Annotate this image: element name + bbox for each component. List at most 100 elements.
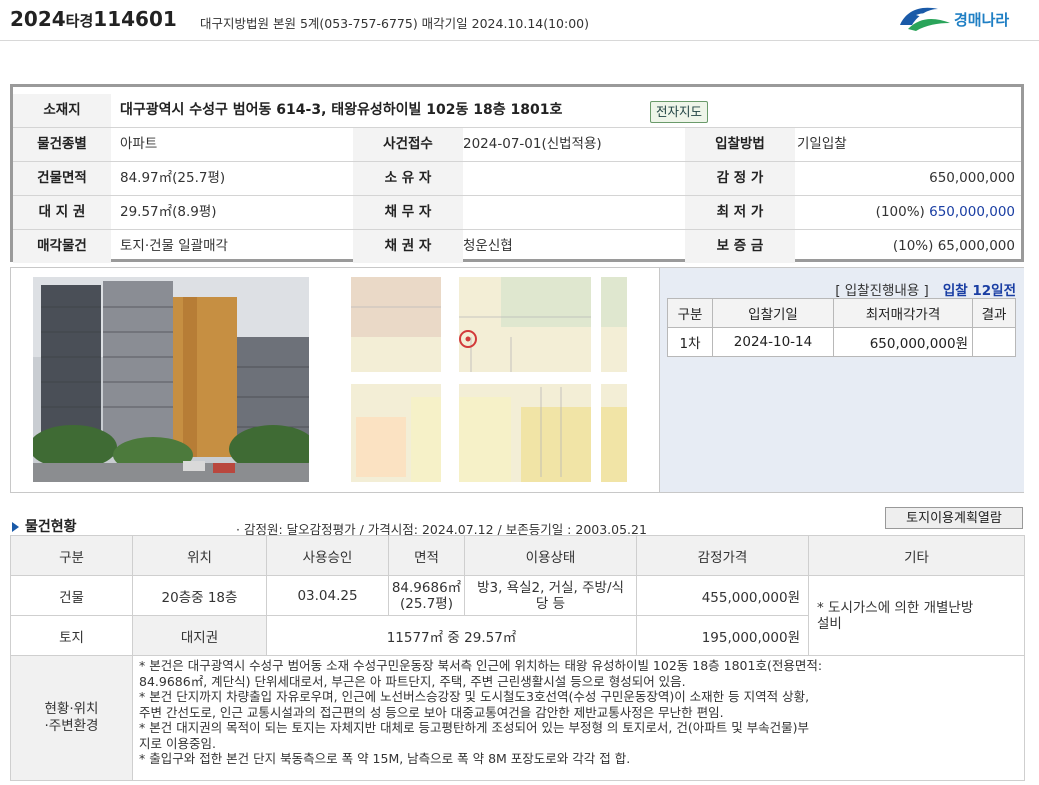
- building-label: 건물: [10, 575, 133, 616]
- env-line: * 출입구와 접한 본건 단지 북동측으로 폭 약 15M, 남측으로 폭 약 …: [139, 751, 631, 766]
- building-area: 84.9686㎡ (25.7평): [388, 575, 465, 616]
- location-map-image[interactable]: [351, 277, 627, 482]
- land-area: 11577㎡ 중 29.57㎡: [266, 615, 637, 656]
- summary-row-location: 소재지 대구광역시 수성구 범어동 614-3, 태왕유성하이빌 102동 18…: [13, 94, 1021, 128]
- appraisal-label: 감 정 가: [685, 162, 795, 195]
- land-price: 195,000,000원: [636, 615, 809, 656]
- bid-result: [972, 327, 1016, 357]
- summary-box: 소재지 대구광역시 수성구 범어동 614-3, 태왕유성하이빌 102동 18…: [10, 84, 1024, 263]
- env-line: * 본건은 대구광역시 수성구 범어동 소재 수성구민운동장 북서측 인근에 위…: [139, 658, 823, 673]
- env-line: * 본건 대지권의 목적이 되는 토지는 자체지반 대체로 등고평탄하게 조성되…: [139, 720, 810, 735]
- summary-row-2: 건물면적 84.97㎡(25.7평) 소 유 자 감 정 가 650,000,0…: [13, 162, 1021, 196]
- status-row-building: 건물 20층중 18층 03.04.25 84.9686㎡ (25.7평) 방3,…: [10, 575, 1025, 656]
- status-col-other: 기타: [808, 535, 1025, 576]
- court-info: 대구지방법원 본원 5계(053-757-6775) 매각기일 2024.10.…: [200, 16, 589, 31]
- creditor-label: 채 권 자: [353, 230, 463, 263]
- building-usage-line2: 당 등: [535, 595, 566, 612]
- bid-table-header: 구분 입찰기일 최저매각가격 결과: [667, 298, 1016, 328]
- page-header: 2024타경114601 대구지방법원 본원 5계(053-757-6775) …: [0, 0, 1039, 41]
- summary-row-1: 물건종별 아파트 사건접수 2024-07-01(신법적용) 입찰방법 기일입찰: [13, 128, 1021, 162]
- status-col-location: 위치: [132, 535, 267, 576]
- owner-label: 소 유 자: [353, 162, 463, 195]
- building-approval: 03.04.25: [266, 575, 389, 616]
- bid-price: 650,000,000원: [833, 327, 973, 357]
- status-col-area: 면적: [388, 535, 465, 576]
- sale-item-value: 토지·건물 일괄매각: [120, 238, 228, 254]
- min-price: (100%) 650,000,000: [797, 196, 1015, 229]
- case-receipt-label: 사건접수: [353, 128, 463, 161]
- building-area-line2: (25.7평): [399, 595, 453, 612]
- bid-title: [ 입찰진행내용 ] 입찰 12일전: [660, 279, 1016, 299]
- bid-date: 2024-10-14: [712, 327, 834, 357]
- status-row-environment: 현황·위치 ·주변환경 * 본건은 대구광역시 수성구 범어동 소재 수성구민운동…: [10, 655, 1025, 781]
- building-photo[interactable]: [33, 277, 309, 482]
- type-value: 아파트: [120, 136, 158, 152]
- location-value: 대구광역시 수성구 범어동 614-3, 태왕유성하이빌 102동 18층 18…: [120, 102, 563, 118]
- summary-row-4: 매각물건 토지·건물 일괄매각 채 권 자 청운신협 보 증 금 (10%) 6…: [13, 230, 1021, 263]
- case-year: 2024: [10, 7, 66, 31]
- env-line: 84.9686㎡, 계단식) 단위세대로서, 부근은 아 파트단지, 주택, 주…: [139, 673, 686, 689]
- logo-text: 경매나라: [954, 11, 1010, 29]
- case-number: 2024타경114601: [10, 7, 177, 31]
- land-label: 토지: [10, 615, 133, 656]
- bid-table: 구분 입찰기일 최저매각가격 결과 1차 2024-10-14 650,000,…: [667, 298, 1016, 357]
- env-label-line2: ·주변환경: [44, 718, 99, 734]
- env-label: 현황·위치 ·주변환경: [10, 655, 133, 781]
- case-type: 타경: [65, 12, 94, 30]
- env-description: * 본건은 대구광역시 수성구 범어동 소재 수성구민운동장 북서측 인근에 위…: [132, 655, 1025, 781]
- status-section-title: 물건현황: [12, 516, 77, 536]
- building-usage-line1: 방3, 욕실2, 거실, 주방/식: [477, 579, 624, 596]
- status-table: 구분 위치 사용승인 면적 이용상태 감정가격 기타 건물 20층중 18층 0…: [10, 535, 1025, 781]
- other-note: * 도시가스에 의한 개별난방 설비: [808, 575, 1025, 656]
- building-area-value: 84.97㎡(25.7평): [120, 170, 226, 186]
- creditor-value: 청운신협: [463, 238, 513, 254]
- land-plan-button[interactable]: 토지이용계획열람: [885, 507, 1023, 529]
- bid-col-price: 최저매각가격: [833, 298, 973, 328]
- photo-section: [ 입찰진행내용 ] 입찰 12일전 구분 입찰기일 최저매각가격 결과 1차 2…: [10, 267, 1024, 493]
- appraisal-value: 650,000,000: [929, 170, 1015, 186]
- deposit-value: (10%) 65,000,000: [892, 238, 1015, 254]
- summary-row-3: 대 지 권 29.57㎡(8.9평) 채 무 자 최 저 가 (100%) 65…: [13, 196, 1021, 230]
- building-area-label: 건물면적: [13, 162, 111, 195]
- env-line: 주변 간선도로, 인근 교통시설과의 접근편의 성 등으로 보아 대중교통여건을…: [139, 704, 724, 720]
- env-label-line1: 현황·위치: [44, 701, 99, 717]
- env-line: 지로 이용중임.: [139, 735, 216, 751]
- status-title-text: 물건현황: [25, 519, 77, 535]
- min-price-label: 최 저 가: [685, 196, 795, 229]
- deposit-label: 보 증 금: [685, 230, 795, 263]
- e-map-button[interactable]: 전자지도: [650, 101, 709, 123]
- building-price: 455,000,000원: [636, 575, 809, 616]
- debtor-label: 채 무 자: [353, 196, 463, 229]
- status-col-type: 구분: [10, 535, 133, 576]
- bid-round: 1차: [667, 327, 713, 357]
- bid-progress-panel: [ 입찰진행내용 ] 입찰 12일전 구분 입찰기일 최저매각가격 결과 1차 2…: [659, 268, 1024, 492]
- building-location: 20층중 18층: [132, 575, 267, 616]
- status-header-row: 구분 위치 사용승인 면적 이용상태 감정가격 기타: [10, 535, 1025, 576]
- case-receipt-value: 2024-07-01(신법적용): [463, 136, 602, 152]
- bid-title-text: [ 입찰진행내용 ]: [835, 283, 929, 299]
- other-line2: 설비: [817, 615, 842, 632]
- bid-method-value: 기일입찰: [797, 136, 847, 152]
- bullet-icon: [12, 522, 19, 532]
- env-line: * 본건 단지까지 차량출입 자유로우며, 인근에 노선버스승강장 및 도시철도…: [139, 689, 810, 704]
- bid-method-label: 입찰방법: [685, 128, 795, 161]
- bid-col-result: 결과: [972, 298, 1016, 328]
- status-col-approval: 사용승인: [266, 535, 389, 576]
- status-col-price: 감정가격: [636, 535, 809, 576]
- building-area-line1: 84.9686㎡: [391, 579, 462, 596]
- bid-col-round: 구분: [667, 298, 713, 328]
- building-usage: 방3, 욕실2, 거실, 주방/식 당 등: [464, 575, 637, 616]
- min-price-pct: (100%): [875, 204, 925, 220]
- location-label: 소재지: [13, 94, 111, 127]
- other-line1: * 도시가스에 의한 개별난방: [817, 599, 974, 616]
- status-col-usage: 이용상태: [464, 535, 637, 576]
- bid-table-row: 1차 2024-10-14 650,000,000원: [667, 327, 1016, 357]
- land-right-value: 29.57㎡(8.9평): [120, 204, 217, 220]
- sale-item-label: 매각물건: [13, 230, 111, 263]
- case-no: 114601: [93, 7, 177, 31]
- min-price-value: 650,000,000: [929, 204, 1015, 220]
- land-location: 대지권: [132, 615, 267, 656]
- bid-col-date: 입찰기일: [712, 298, 834, 328]
- type-label: 물건종별: [13, 128, 111, 161]
- bid-dday: 입찰 12일전: [942, 283, 1016, 299]
